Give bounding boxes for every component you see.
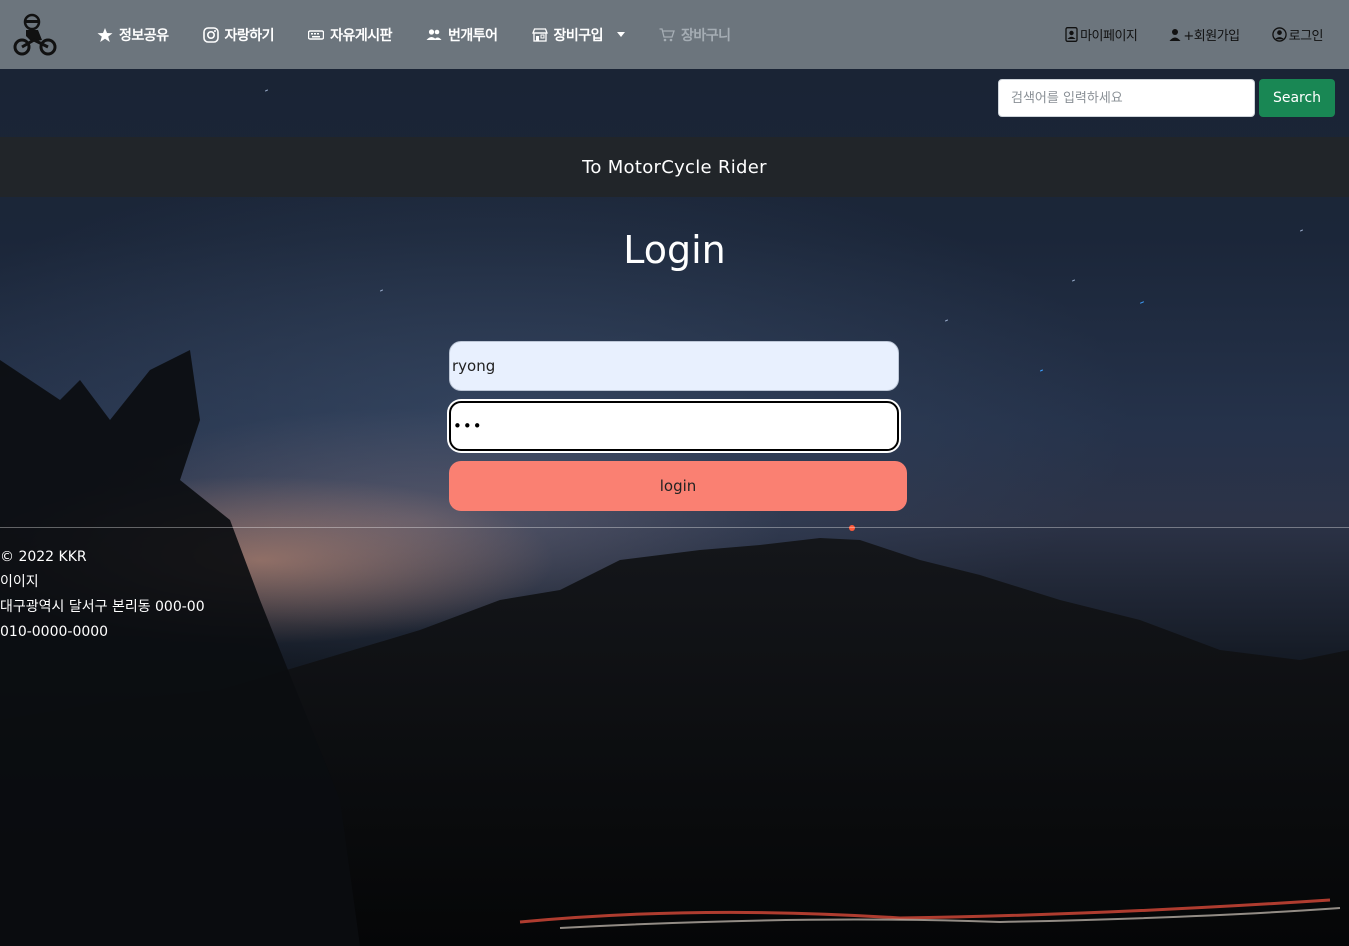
nav-item-cart[interactable]: 장바구니 <box>642 0 748 69</box>
footer: © 2022 KKR 이이지 대구광역시 달서구 본리동 000-00 010-… <box>0 545 205 645</box>
footer-address: 대구광역시 달서구 본리동 000-00 <box>0 599 205 615</box>
search-form: Search <box>998 79 1335 117</box>
search-input[interactable] <box>998 79 1255 117</box>
nav-item-info[interactable]: 정보공유 <box>80 0 186 69</box>
nav-item-label: 자랑하기 <box>224 27 275 44</box>
person-circle-icon <box>1271 27 1287 42</box>
nav-item-mypage[interactable]: 마이페이지 <box>1049 0 1153 69</box>
nav-item-label: 로그인 <box>1288 29 1324 44</box>
footer-copyright: © 2022 KKR <box>0 549 87 565</box>
nav-item-label: 장비구입 <box>553 27 604 44</box>
site-header-bar: To MotorCycle Rider <box>0 137 1349 197</box>
account-menu: 마이페이지 +회원가입 로그인 <box>1049 0 1349 69</box>
motorcycle-rider-icon[interactable] <box>11 11 59 59</box>
password-field[interactable] <box>449 401 899 451</box>
footer-name: 이이지 <box>0 574 39 590</box>
nav-item-label: 장바구니 <box>681 27 731 44</box>
shop-icon <box>531 27 548 42</box>
nav-item-board[interactable]: 자유게시판 <box>291 0 409 69</box>
footer-divider <box>0 527 1349 528</box>
login-form: login <box>449 341 907 511</box>
person-plus-icon <box>1169 28 1181 41</box>
nav-item-login[interactable]: 로그인 <box>1256 0 1339 69</box>
nav-item-signup[interactable]: +회원가입 <box>1153 0 1255 69</box>
nav-item-label: 번개투어 <box>447 27 498 44</box>
people-icon <box>426 28 442 40</box>
nav-item-label: 자유게시판 <box>330 27 392 44</box>
cart-icon <box>659 27 675 41</box>
login-title: Login <box>623 228 726 272</box>
nav-item-tour[interactable]: 번개투어 <box>409 0 515 69</box>
instagram-icon <box>202 26 219 43</box>
nav-item-label: +회원가입 <box>1183 29 1240 44</box>
nav-item-label: 마이페이지 <box>1080 29 1138 44</box>
keyboard-icon <box>308 29 325 40</box>
top-navbar: 정보공유 자랑하기 자유게시판 번개투어 장비구입 장바구니 마이페이지 +회원… <box>0 0 1349 69</box>
search-button[interactable]: Search <box>1259 79 1335 117</box>
star-icon <box>97 27 113 42</box>
username-field[interactable] <box>449 341 899 391</box>
nav-item-label: 정보공유 <box>119 27 169 44</box>
person-badge-icon <box>1065 27 1078 42</box>
chevron-down-icon <box>617 32 626 37</box>
main-menu: 정보공유 자랑하기 자유게시판 번개투어 장비구입 장바구니 <box>80 0 748 69</box>
site-title: To MotorCycle Rider <box>582 156 767 178</box>
login-button[interactable]: login <box>449 461 907 511</box>
nav-item-showoff[interactable]: 자랑하기 <box>186 0 292 69</box>
footer-phone: 010-0000-0000 <box>0 624 109 640</box>
nav-item-shop-dropdown[interactable]: 장비구입 <box>515 0 643 69</box>
